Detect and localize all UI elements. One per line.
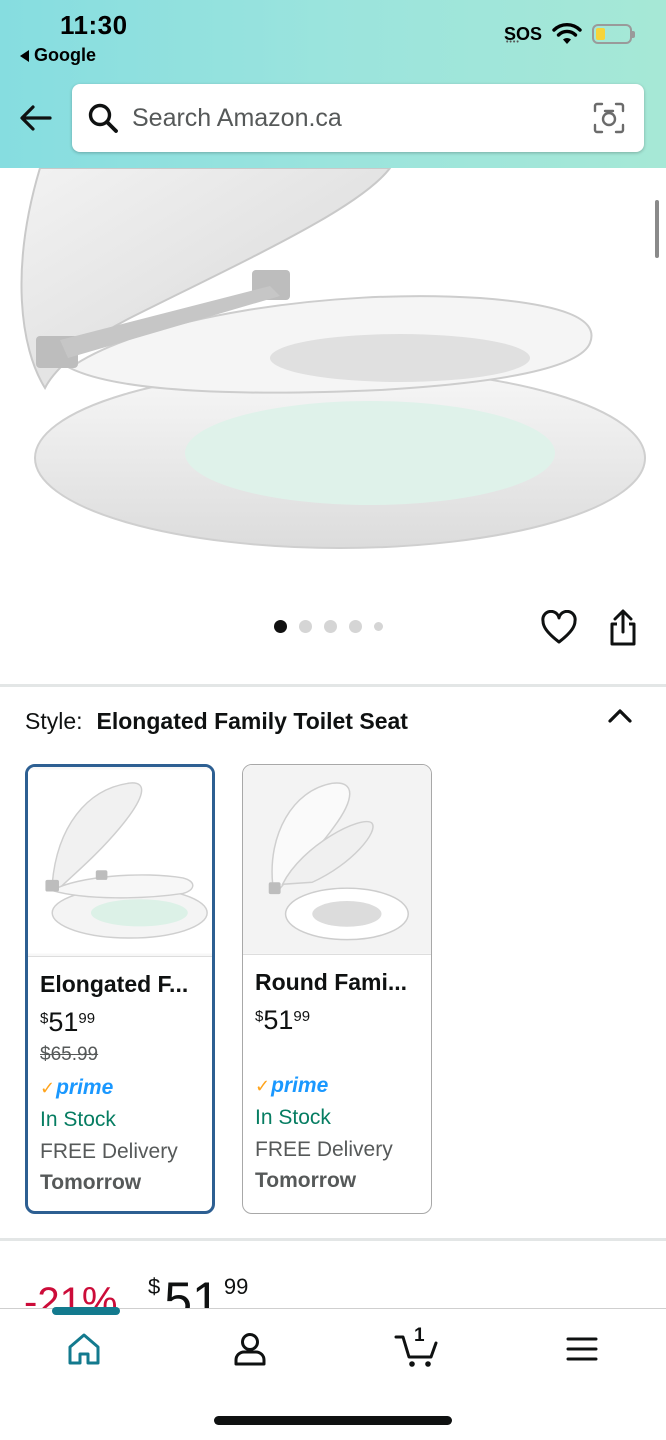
back-triangle-icon xyxy=(20,49,29,62)
active-tab-indicator xyxy=(52,1307,120,1315)
price-currency: $ xyxy=(148,1274,161,1299)
delivery-day: Tomorrow xyxy=(40,1171,142,1194)
prime-badge: ✓ prime xyxy=(40,1076,212,1100)
style-option-price: $ 51 99 xyxy=(40,1008,212,1036)
search-input[interactable] xyxy=(132,103,592,133)
carousel-dot[interactable] xyxy=(374,622,383,631)
home-indicator-bar[interactable] xyxy=(214,1416,452,1425)
current-price: $ 51 99 xyxy=(148,1274,248,1310)
stock-status: In Stock xyxy=(255,1106,331,1129)
search-icon[interactable] xyxy=(86,101,120,135)
home-icon[interactable] xyxy=(64,1329,104,1369)
price-fraction: 99 xyxy=(78,1010,96,1027)
price-currency: $ xyxy=(40,1010,49,1027)
price-currency: $ xyxy=(255,1008,264,1025)
sos-indicator: SOS xyxy=(504,24,542,46)
style-option-price: $ 51 99 xyxy=(255,1006,431,1034)
camera-search-icon[interactable] xyxy=(592,101,626,135)
price-block: -21% $ 51 99 xyxy=(24,1270,424,1310)
price-whole: 51 xyxy=(164,1272,220,1310)
style-option-thumbnail xyxy=(243,765,431,955)
prime-check-icon: ✓ xyxy=(40,1077,56,1098)
delivery-day: Tomorrow xyxy=(255,1169,357,1192)
prime-label: prime xyxy=(56,1076,114,1099)
price-whole: 51 xyxy=(263,1005,294,1035)
status-time: 11:30 xyxy=(60,10,128,40)
carousel-dot[interactable] xyxy=(299,620,312,633)
product-image[interactable] xyxy=(0,168,666,598)
back-arrow-icon[interactable] xyxy=(18,103,54,133)
price-fraction: 99 xyxy=(223,1274,249,1299)
style-option-thumbnail xyxy=(28,767,212,957)
style-value: Elongated Family Toilet Seat xyxy=(96,708,408,734)
list-price: $65.99 xyxy=(40,1044,99,1065)
style-option-card-elongated[interactable]: Elongated F... $ 51 99 $65.99 ✓ prime In … xyxy=(25,764,215,1214)
battery-icon xyxy=(592,24,635,44)
image-carousel-dots[interactable] xyxy=(274,620,383,633)
price-fraction: 99 xyxy=(293,1008,311,1025)
menu-icon[interactable] xyxy=(562,1329,602,1369)
chevron-up-icon[interactable] xyxy=(606,704,634,728)
cart-count-badge: 1 xyxy=(414,1325,425,1346)
stock-status: In Stock xyxy=(40,1108,116,1131)
search-bar[interactable] xyxy=(72,84,644,152)
carousel-dot[interactable] xyxy=(324,620,337,633)
list-price xyxy=(255,1042,431,1066)
section-divider xyxy=(0,1238,666,1241)
wifi-icon xyxy=(552,23,582,44)
prime-check-icon: ✓ xyxy=(255,1075,271,1096)
status-indicators: SOS xyxy=(504,22,635,46)
style-selector-header: Style: Elongated Family Toilet Seat xyxy=(25,708,408,735)
carousel-dot[interactable] xyxy=(274,620,287,633)
back-app-label: Google xyxy=(34,45,96,65)
carousel-dot[interactable] xyxy=(349,620,362,633)
style-option-title: Elongated F... xyxy=(40,971,189,997)
discount-percent: -21% xyxy=(24,1280,118,1310)
share-icon[interactable] xyxy=(606,608,640,648)
style-label: Style: xyxy=(25,708,83,734)
style-option-title: Round Fami... xyxy=(255,969,408,995)
delivery-text: FREE Delivery xyxy=(255,1138,393,1161)
scroll-indicator xyxy=(655,200,659,258)
prime-badge: ✓ prime xyxy=(255,1074,431,1098)
section-divider xyxy=(0,684,666,687)
back-to-app-link[interactable]: Google xyxy=(20,45,96,66)
prime-label: prime xyxy=(271,1074,329,1097)
account-icon[interactable] xyxy=(230,1329,270,1369)
price-whole: 51 xyxy=(48,1007,79,1037)
delivery-text: FREE Delivery xyxy=(40,1140,178,1163)
wishlist-heart-icon[interactable] xyxy=(540,610,578,646)
app-header: 11:30 Google SOS xyxy=(0,0,666,168)
style-option-card-round[interactable]: Round Fami... $ 51 99 ✓ prime In Stock FR… xyxy=(242,764,432,1214)
